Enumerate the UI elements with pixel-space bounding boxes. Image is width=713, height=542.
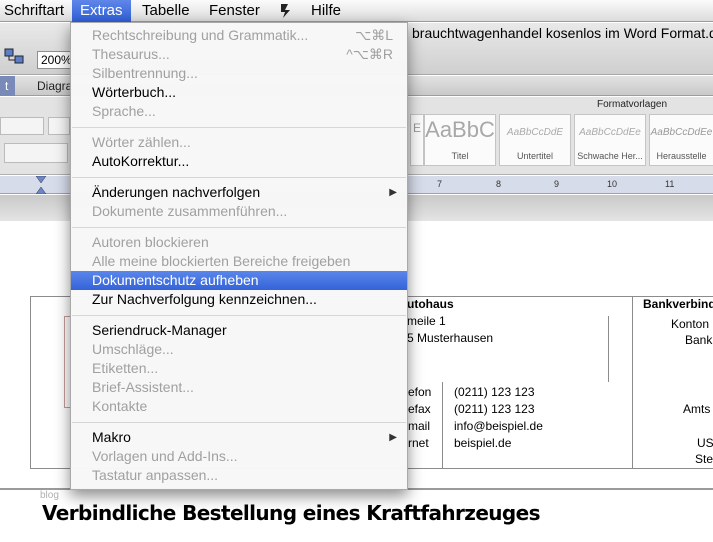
menu-item-vorlagen-add-ins[interactable]: Vorlagen und Add-Ins... — [71, 447, 407, 466]
contact-value: (0211) 123 123 — [454, 402, 535, 416]
submenu-arrow-icon: ▶ — [389, 432, 397, 443]
menu-bar: Schriftart Extras Tabelle Fenster Hilfe — [0, 0, 713, 22]
bank-heading: Bankverbind — [643, 297, 713, 311]
menu-item-silbentrennung[interactable]: Silbentrennung... — [71, 64, 407, 83]
table-divider — [442, 382, 443, 469]
menu-item-bereiche-freigeben[interactable]: Alle meine blockierten Bereiche freigebe… — [71, 252, 407, 271]
menu-item-woerterbuch[interactable]: Wörterbuch... — [71, 83, 407, 102]
style-card-schwache-hervorhebung[interactable]: AaBbCcDdEe Schwache Her... — [574, 114, 646, 166]
menu-fenster[interactable]: Fenster — [201, 0, 268, 22]
style-card-titel[interactable]: AaBbC Titel — [424, 114, 496, 166]
menu-separator — [72, 315, 406, 316]
menu-item-thesaurus[interactable]: Thesaurus... ^⌥⌘R — [71, 45, 407, 64]
menu-hilfe[interactable]: Hilfe — [303, 0, 349, 22]
bank-line: Amts — [683, 402, 711, 416]
borders-button[interactable] — [4, 143, 68, 163]
menu-item-aenderungen-nachverfolgen[interactable]: Änderungen nachverfolgen ▶ — [71, 183, 407, 202]
style-card-partial[interactable]: E — [410, 114, 424, 166]
document-heading: Verbindliche Bestellung eines Kraftfahrz… — [42, 501, 541, 525]
contact-value: info@beispiel.de — [454, 419, 543, 433]
contact-value: beispiel.de — [454, 436, 512, 450]
menu-item-woerter-zaehlen[interactable]: Wörter zählen... — [71, 133, 407, 152]
ruler-number: 8 — [496, 179, 502, 189]
extras-menu: Rechtschreibung und Grammatik... ⌥⌘L Thes… — [70, 22, 408, 490]
menu-item-nachverfolgung-kennzeichnen[interactable]: Zur Nachverfolgung kennzeichnen... — [71, 290, 407, 309]
bank-line: Konton — [671, 317, 710, 331]
menu-separator — [72, 177, 406, 178]
ruler-number: 9 — [554, 179, 560, 189]
menu-separator — [72, 227, 406, 228]
watermark: blog — [40, 490, 59, 501]
menu-item-dokumentschutz-aufheben[interactable]: Dokumentschutz aufheben — [71, 271, 407, 290]
table-divider — [632, 296, 633, 469]
bank-line: Bank — [685, 333, 713, 347]
menu-item-kontakte[interactable]: Kontakte — [71, 397, 407, 416]
address-line: meile 1 — [407, 314, 446, 328]
script-menu-icon[interactable] — [270, 0, 302, 22]
menu-tabelle[interactable]: Tabelle — [134, 0, 198, 22]
bank-line: US — [697, 436, 713, 450]
menu-item-autoren-blockieren[interactable]: Autoren blockieren — [71, 233, 407, 252]
indent-marker-icon[interactable] — [35, 175, 47, 195]
ruler-number: 10 — [607, 179, 618, 189]
contact-label: efax — [408, 402, 431, 416]
menu-separator — [72, 422, 406, 423]
indent-buttons[interactable] — [0, 117, 44, 135]
menu-extras[interactable]: Extras — [72, 0, 131, 22]
document-title: brauchtwagenhandel kosenlos im Word Form… — [412, 25, 713, 41]
tab-start[interactable]: t — [0, 76, 16, 96]
ruler-number: 7 — [437, 179, 443, 189]
column-button[interactable] — [48, 117, 70, 135]
shortcut-label: ⌥⌘L — [355, 27, 393, 43]
table-divider — [608, 316, 609, 382]
contact-value: (0211) 123 123 — [454, 385, 535, 399]
bank-line: Ste — [695, 452, 713, 466]
company-heading: utohaus — [407, 297, 454, 311]
style-card-herausstellen[interactable]: AaBbCcDdEe Herausstelle — [649, 114, 713, 166]
menu-separator — [72, 127, 406, 128]
menu-schriftart[interactable]: Schriftart — [0, 0, 72, 22]
network-icon[interactable] — [3, 47, 25, 67]
contact-label: rnet — [408, 436, 429, 450]
contact-label: mail — [408, 419, 431, 433]
menu-item-seriendruck-manager[interactable]: Seriendruck-Manager — [71, 321, 407, 340]
menu-item-autokorrektur[interactable]: AutoKorrektur... — [71, 152, 407, 171]
menu-item-tastatur-anpassen[interactable]: Tastatur anpassen... — [71, 466, 407, 485]
address-line: 5 Musterhausen — [407, 331, 494, 345]
ruler-number: 11 — [665, 179, 675, 189]
menu-item-etiketten[interactable]: Etiketten... — [71, 359, 407, 378]
style-card-untertitel[interactable]: AaBbCcDdE Untertitel — [499, 114, 571, 166]
menu-item-umschlaege[interactable]: Umschläge... — [71, 340, 407, 359]
menu-item-makro[interactable]: Makro ▶ — [71, 428, 407, 447]
menu-item-brief-assistent[interactable]: Brief-Assistent... — [71, 378, 407, 397]
zoom-field[interactable]: 200% — [37, 51, 73, 69]
submenu-arrow-icon: ▶ — [389, 187, 397, 198]
menu-item-dokumente-zusammenfuehren[interactable]: Dokumente zusammenführen... — [71, 202, 407, 221]
shortcut-label: ^⌥⌘R — [346, 46, 393, 62]
menu-item-rechtschreibung[interactable]: Rechtschreibung und Grammatik... ⌥⌘L — [71, 26, 407, 45]
menu-item-sprache[interactable]: Sprache... — [71, 102, 407, 121]
styles-label: Formatvorlagen — [597, 99, 668, 110]
contact-label: efon — [408, 385, 432, 399]
